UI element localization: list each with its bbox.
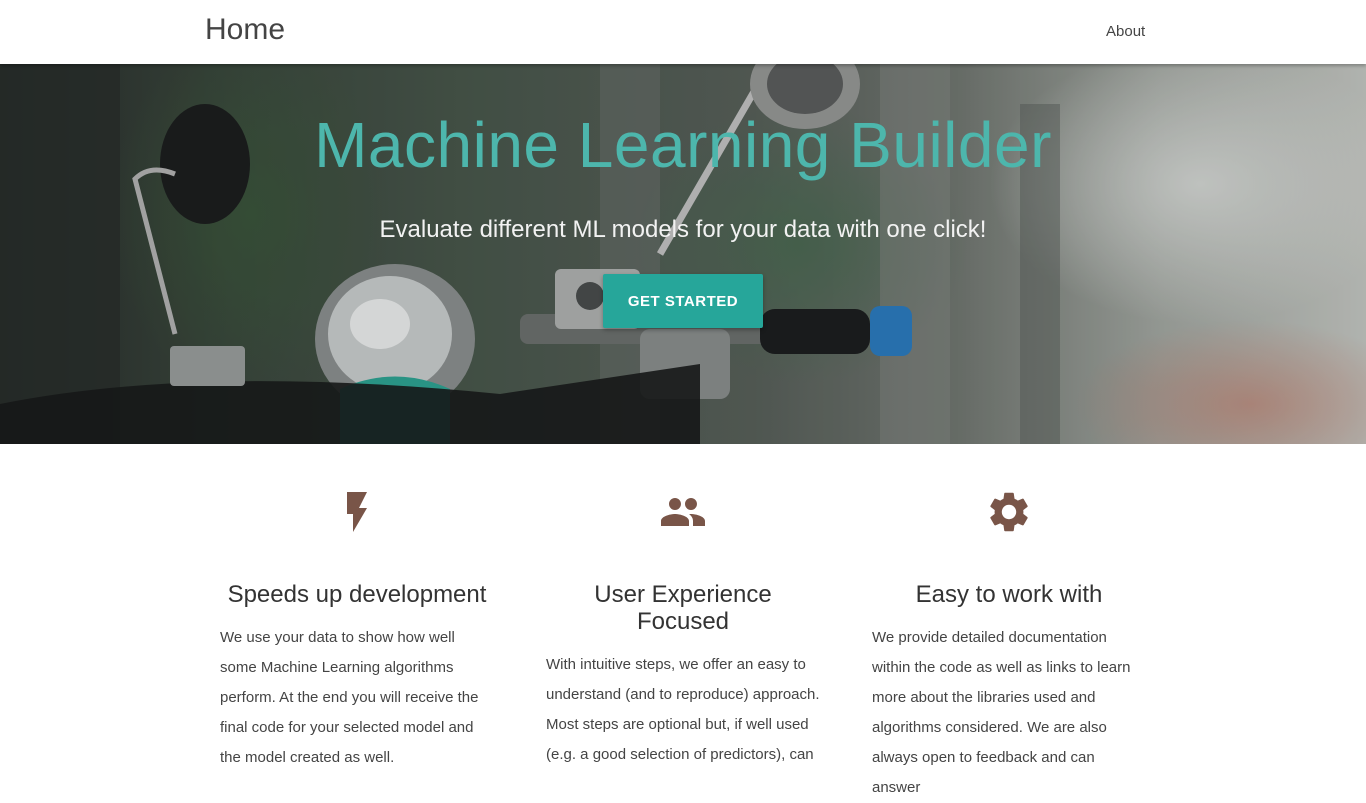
nav-link-about[interactable]: About [1106,23,1145,40]
flash-icon [347,492,367,532]
feature-title: User Experience Focused [594,581,772,635]
brand-home-link[interactable]: Home [205,13,285,47]
hero-banner: Machine Learning Builder Evaluate differ… [0,64,1366,444]
feature-card-easy: Easy to work with We provide detailed do… [872,488,1146,803]
feature-text: We use your data to show how well some M… [220,629,479,766]
navbar: Home About [0,0,1366,64]
hero-title: Machine Learning Builder [314,109,1052,181]
feature-card-ux: User Experience Focused With intuitive s… [546,488,820,770]
group-icon [661,498,705,526]
hero-subtitle: Evaluate different ML models for your da… [379,216,987,243]
get-started-button[interactable]: GET STARTED [603,274,763,328]
feature-title: Easy to work with [915,581,1103,608]
feature-text: We provide detailed documentation within… [872,629,1131,796]
feature-text: With intuitive steps, we offer an easy t… [546,656,820,763]
feature-card-speed: Speeds up development We use your data t… [220,488,494,773]
feature-title: Speeds up development [227,581,487,608]
settings-icon [990,492,1028,532]
